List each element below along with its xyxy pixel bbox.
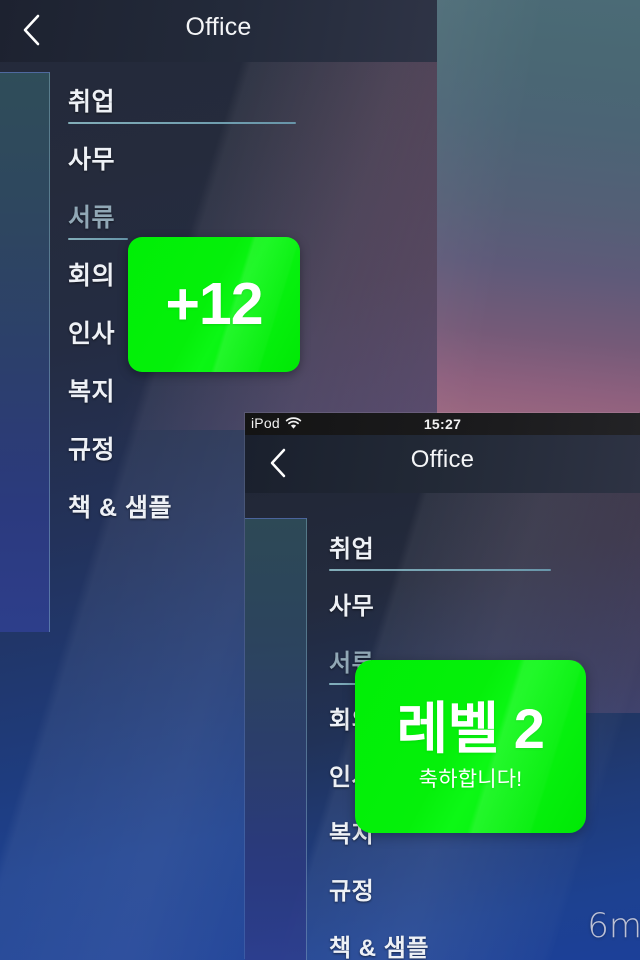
- outer-menu-item-label: 회의: [68, 262, 116, 290]
- screenshot-stage: Office 취업 사무 서류 회의 인사 복지 규정 책 & 샘플 +12 i…: [0, 0, 640, 960]
- outer-menu-item-0[interactable]: 취업: [68, 82, 368, 140]
- wallpaper-teal-mauve-region: [437, 0, 640, 413]
- outer-page-title: Office: [185, 13, 252, 41]
- level-up-title: 레벨 2: [396, 697, 545, 761]
- points-badge: +12: [128, 237, 300, 372]
- outer-menu-item-1[interactable]: 사무: [68, 140, 368, 198]
- inner-page-title: Office: [410, 446, 475, 473]
- outer-menu-item-label: 취업: [68, 88, 116, 116]
- inner-status-bar: iPod 15:27: [245, 413, 640, 435]
- outer-navbar: Office: [0, 0, 437, 62]
- outer-menu-item-label: 복지: [68, 378, 116, 406]
- outer-menu-item-label: 책 & 샘플: [68, 494, 172, 522]
- inner-screenshot: iPod 15:27 Office 취업 사무 서류 회의 인사 복지 규정 책…: [245, 413, 640, 960]
- inner-menu-item-label: 사무: [329, 593, 375, 620]
- inner-navbar: Office: [245, 435, 640, 493]
- outer-side-panel[interactable]: [0, 72, 50, 632]
- outer-menu-item-label: 서류: [68, 204, 116, 232]
- outer-menu-item-label: 규정: [68, 436, 116, 464]
- inner-menu-item-label: 규정: [329, 878, 375, 905]
- points-badge-label: +12: [165, 271, 263, 337]
- inner-menu-item-0[interactable]: 취업: [329, 529, 619, 586]
- outer-menu-item-rule: [68, 238, 128, 240]
- level-up-toast: 레벨 2 축하합니다!: [355, 660, 586, 833]
- inner-menu-item-6[interactable]: 규정: [329, 871, 619, 928]
- level-up-subtitle: 축하합니다!: [418, 767, 523, 791]
- inner-menu-item-7[interactable]: 책 & 샘플: [329, 928, 619, 960]
- inner-menu-item-1[interactable]: 사무: [329, 586, 619, 643]
- inner-side-panel[interactable]: [245, 518, 307, 960]
- inner-menu-item-label: 책 & 샘플: [329, 935, 429, 960]
- status-bar-clock: 15:27: [423, 416, 462, 432]
- outer-menu-item-label: 사무: [68, 146, 116, 174]
- inner-menu-item-label: 취업: [329, 536, 375, 563]
- inner-menu-item-rule: [329, 569, 551, 571]
- outer-menu-item-rule: [68, 122, 296, 124]
- outer-menu-item-label: 인사: [68, 320, 116, 348]
